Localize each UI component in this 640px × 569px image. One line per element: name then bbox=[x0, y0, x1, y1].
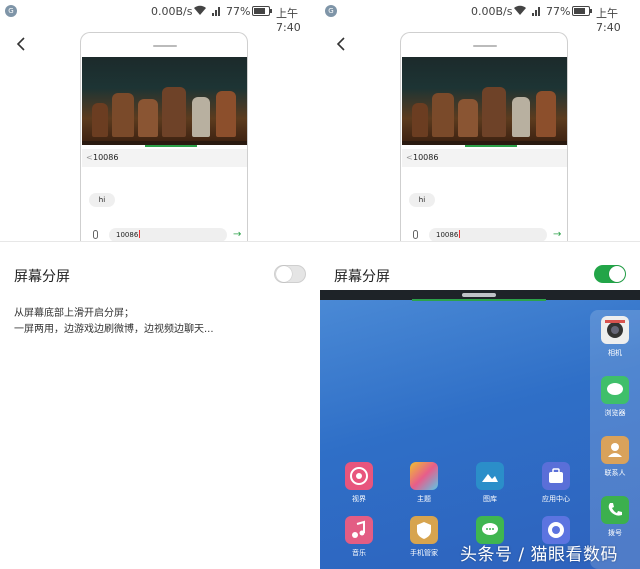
back-arrow-icon[interactable] bbox=[334, 36, 348, 52]
preview-grip-handle bbox=[153, 45, 177, 47]
split-screen-preview: < 10086 hi 10086 → bbox=[400, 32, 568, 242]
split-divider-bar[interactable] bbox=[320, 290, 640, 301]
battery-icon bbox=[572, 6, 592, 16]
movie-thumbnail bbox=[402, 57, 567, 145]
dock-contacts[interactable]: 联系人 bbox=[593, 436, 637, 478]
app-center[interactable]: 应用中心 bbox=[534, 462, 578, 504]
signal-icon bbox=[532, 7, 540, 16]
camera-icon bbox=[601, 316, 629, 344]
contacts-icon bbox=[601, 436, 629, 464]
wifi-icon bbox=[514, 5, 526, 15]
browser-icon bbox=[601, 376, 629, 404]
dock-camera[interactable]: 相机 bbox=[593, 316, 637, 358]
chat-header: < 10086 bbox=[82, 149, 247, 167]
battery-icon bbox=[252, 6, 272, 16]
back-arrow-icon[interactable] bbox=[14, 36, 28, 52]
app-phone-manager[interactable]: 手机管家 bbox=[402, 516, 446, 558]
app-music[interactable]: 音乐 bbox=[337, 516, 381, 558]
chat-contact: 10086 bbox=[93, 153, 119, 162]
network-speed: 0.00B/s bbox=[471, 5, 513, 18]
settings-screen-on: G 0.00B/s 77% 上午7:40 < 10086 hi 10086 → bbox=[320, 0, 640, 569]
split-handle[interactable] bbox=[462, 293, 496, 297]
split-screen-preview: < 10086 hi 10086 → bbox=[80, 32, 248, 242]
wifi-icon bbox=[194, 5, 206, 15]
message-input: 10086 bbox=[109, 228, 227, 242]
dock-browser[interactable]: 浏览器 bbox=[593, 376, 637, 418]
chat-contact: 10086 bbox=[413, 153, 439, 162]
message-bubble: hi bbox=[409, 193, 435, 207]
notification-app-icon: G bbox=[5, 5, 17, 17]
notification-app-icon: G bbox=[325, 5, 337, 17]
dock-phone[interactable]: 拨号 bbox=[593, 496, 637, 538]
battery-percent: 77% bbox=[546, 5, 571, 18]
setting-title: 屏幕分屏 bbox=[334, 269, 390, 285]
split-screen-setting[interactable]: 屏幕分屏 bbox=[0, 252, 320, 296]
theme-icon bbox=[410, 462, 438, 490]
attachment-icon bbox=[413, 230, 418, 239]
app-gallery[interactable]: 图库 bbox=[468, 462, 512, 504]
send-icon: → bbox=[553, 229, 562, 240]
chevron-left-icon: < bbox=[406, 153, 413, 162]
battery-percent: 77% bbox=[226, 5, 251, 18]
status-bar: G 0.00B/s 77% 上午7:40 bbox=[320, 0, 640, 34]
status-bar: G 0.00B/s 77% 上午7:40 bbox=[0, 0, 320, 34]
split-screen-toggle[interactable] bbox=[594, 265, 626, 283]
watermark-text: 头条号 / 猫眼看数码 bbox=[460, 545, 619, 565]
chat-header: < 10086 bbox=[402, 149, 567, 167]
home-screen-split: 视界 主题 图库 应用中心 音乐 手机管家 相机 浏览器 联系人 拨号 bbox=[320, 290, 640, 569]
setting-title: 屏幕分屏 bbox=[14, 269, 70, 285]
message-input: 10086 bbox=[429, 228, 547, 242]
app-theme[interactable]: 主题 bbox=[402, 462, 446, 504]
settings-screen-off: G 0.00B/s 77% 上午7:40 < 10086 hi 10086 → bbox=[0, 0, 320, 569]
shield-icon bbox=[410, 516, 438, 544]
chevron-left-icon: < bbox=[86, 153, 93, 162]
setting-description: 从屏幕底部上滑开启分屏； 一屏两用，边游戏边刷微博，边视频边聊天... bbox=[14, 308, 214, 335]
attachment-icon bbox=[93, 230, 98, 239]
split-screen-toggle[interactable] bbox=[274, 265, 306, 283]
app-center-icon bbox=[542, 462, 570, 490]
clock: 上午7:40 bbox=[276, 7, 301, 34]
gallery-icon bbox=[476, 462, 504, 490]
music-icon bbox=[345, 516, 373, 544]
send-icon: → bbox=[233, 229, 242, 240]
movie-thumbnail bbox=[82, 57, 247, 145]
network-speed: 0.00B/s bbox=[151, 5, 193, 18]
clock: 上午7:40 bbox=[596, 7, 621, 34]
signal-icon bbox=[212, 7, 220, 16]
app-video[interactable]: 视界 bbox=[337, 462, 381, 504]
phone-icon bbox=[601, 496, 629, 524]
video-icon bbox=[345, 462, 373, 490]
preview-grip-handle bbox=[473, 45, 497, 47]
message-bubble: hi bbox=[89, 193, 115, 207]
